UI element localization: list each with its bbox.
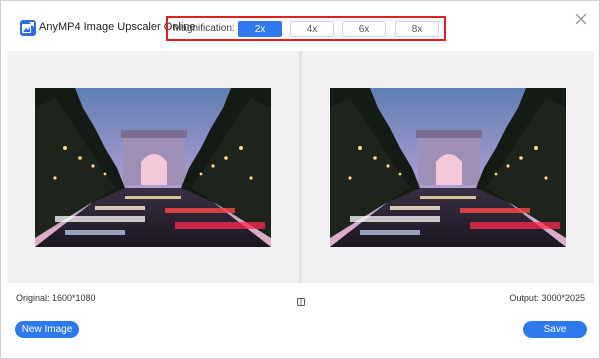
upscaler-window: AnyMP4 Image Upscaler Online Magnificati… bbox=[0, 0, 600, 359]
magnification-8x-button[interactable]: 8x bbox=[395, 21, 439, 37]
magnification-4x-button[interactable]: 4x bbox=[290, 21, 334, 37]
magnification-6x-button[interactable]: 6x bbox=[342, 21, 386, 37]
magnification-label: Magnification: bbox=[173, 23, 235, 34]
output-preview-pane bbox=[302, 51, 594, 283]
magnification-group: Magnification: 2x 4x 6x 8x bbox=[166, 16, 446, 41]
original-image bbox=[35, 88, 271, 247]
new-image-button[interactable]: New Image bbox=[15, 321, 79, 338]
app-logo-icon bbox=[20, 20, 36, 36]
close-icon[interactable] bbox=[574, 12, 588, 26]
magnification-2x-button[interactable]: 2x bbox=[238, 21, 282, 37]
output-image bbox=[330, 88, 566, 247]
compare-icon[interactable] bbox=[297, 293, 305, 306]
output-resolution: Output: 3000*2025 bbox=[509, 293, 585, 303]
save-button[interactable]: Save bbox=[523, 321, 587, 338]
original-preview-pane bbox=[7, 51, 299, 283]
original-resolution: Original: 1600*1080 bbox=[16, 293, 96, 303]
